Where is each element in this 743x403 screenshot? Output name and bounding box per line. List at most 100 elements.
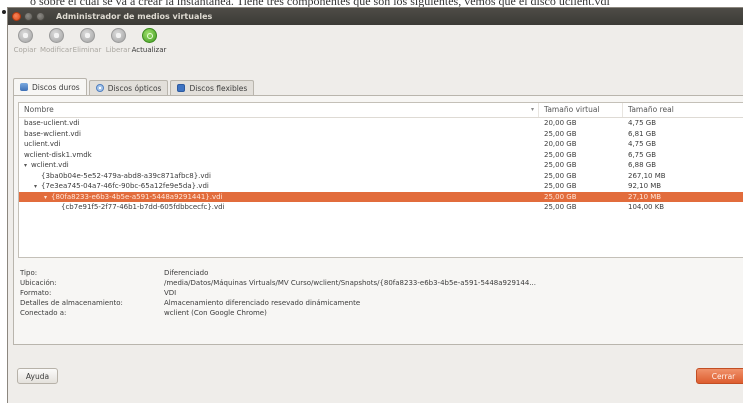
- column-header-name[interactable]: Nombre ▾: [19, 103, 539, 117]
- real-size-cell: 27,10 MB: [628, 192, 662, 201]
- disk-name-cell: base-uclient.vdi: [19, 118, 539, 129]
- real-size-cell: 4,75 GB: [628, 119, 657, 127]
- real-size-cell: 104,00 KB: [628, 203, 665, 211]
- disk-name-cell: ▾ wclient.vdi: [19, 160, 539, 171]
- column-header-real-size[interactable]: Tamaño real: [623, 103, 743, 117]
- media-manager-window: Administrador de medios virtuales Copiar…: [7, 7, 743, 403]
- tab-hard-disks-label: Discos duros: [32, 82, 80, 92]
- tab-hard-disks[interactable]: Discos duros: [13, 78, 87, 95]
- sort-arrow-icon: ▾: [530, 106, 534, 113]
- disk-name: base-uclient.vdi: [24, 119, 80, 127]
- table-row[interactable]: base-uclient.vdi 20,00 GB 4,75 GB: [19, 118, 743, 129]
- real-size-cell: 4,75 GB: [628, 140, 657, 148]
- real-size-cell: 267,10 MB: [628, 171, 666, 180]
- close-button[interactable]: Cerrar: [696, 368, 743, 384]
- tab-optical-disks[interactable]: Discos ópticos: [88, 80, 169, 95]
- virtual-size-cell: 25,00 GB: [544, 203, 577, 211]
- table-row[interactable]: ▾ {7e3ea745-04a7-46fc-90bc-65a12fe9e5da}.…: [19, 181, 743, 192]
- table-row[interactable]: {cb7e91f5-2f77-46b1-b7dd-605fdbbcecfc}.v…: [19, 202, 743, 213]
- virtual-size-cell: 25,00 GB: [544, 171, 577, 180]
- refresh-button[interactable]: Actualizar: [132, 28, 166, 54]
- virtual-size-cell: 25,00 GB: [544, 129, 577, 138]
- remove-label: Eliminar: [72, 46, 102, 54]
- virtual-size-cell: 20,00 GB: [544, 140, 577, 148]
- optical-disk-icon: [95, 84, 104, 92]
- disk-name-cell: ▾ {80fa8233-e6b3-4b5e-a591-5448a9291441}.…: [19, 192, 539, 203]
- table-row[interactable]: ▾ {80fa8233-e6b3-4b5e-a591-5448a9291441}.…: [19, 191, 743, 203]
- tab-floppy-disks[interactable]: Discos flexibles: [170, 80, 255, 95]
- detail-row-storage: Detalles de almacenamiento: Almacenamien…: [20, 298, 740, 308]
- real-size-cell: 92,10 MB: [628, 182, 662, 190]
- detail-label: Tipo:: [20, 269, 38, 277]
- table-row[interactable]: wclient-disk1.vmdk 25,00 GB 6,75 GB: [19, 150, 743, 161]
- title-bar[interactable]: Administrador de medios virtuales: [8, 8, 743, 25]
- detail-value: /media/Datos/Máquinas Virtuals/MV Curso/…: [164, 279, 536, 287]
- detail-value: Diferenciado: [164, 269, 209, 277]
- real-size-cell: 6,75 GB: [628, 150, 657, 159]
- bullet-icon: [2, 10, 6, 14]
- detail-value: Almacenamiento diferenciado resevado din…: [164, 299, 361, 307]
- refresh-icon: [141, 28, 157, 43]
- table-row[interactable]: {3ba0b04e-5e52-479a-abd8-a39c871afbc8}.v…: [19, 171, 743, 182]
- floppy-disk-icon: [177, 84, 186, 92]
- remove-button[interactable]: Eliminar: [72, 28, 102, 54]
- modify-label: Modificar: [39, 46, 73, 54]
- detail-label: Formato:: [20, 289, 52, 297]
- virtual-size-cell: 25,00 GB: [544, 192, 577, 201]
- disk-name-cell: {cb7e91f5-2f77-46b1-b7dd-605fdbbcecfc}.v…: [19, 202, 539, 213]
- hard-disk-icon: [20, 83, 28, 91]
- detail-row-location: Ubicación: /media/Datos/Máquinas Virtual…: [20, 278, 740, 288]
- table-row[interactable]: ▾ wclient.vdi 25,00 GB 6,88 GB: [19, 160, 743, 171]
- hard-disks-panel: Nombre ▾ Tamaño virtual Tamaño real base…: [13, 95, 743, 345]
- tab-optical-disks-label: Discos ópticos: [107, 83, 162, 93]
- virtual-size-cell: 25,00 GB: [544, 182, 577, 190]
- disk-name-cell: uclient.vdi: [19, 139, 539, 150]
- detail-label: Detalles de almacenamiento:: [20, 299, 123, 307]
- virtual-size-cell: 25,00 GB: [544, 150, 577, 159]
- window-maximize-icon[interactable]: [36, 12, 45, 21]
- window-close-icon[interactable]: [12, 12, 21, 21]
- tree-expander-icon[interactable]: ▾: [44, 193, 51, 203]
- window-minimize-icon[interactable]: [24, 12, 33, 21]
- toolbar: Copiar Modificar Eliminar Liberar Actual…: [8, 25, 743, 63]
- disk-name: {cb7e91f5-2f77-46b1-b7dd-605fdbbcecfc}.v…: [61, 203, 225, 211]
- window-title: Administrador de medios virtuales: [56, 12, 213, 21]
- real-size-cell: 6,88 GB: [628, 161, 657, 169]
- real-size-cell: 6,81 GB: [628, 129, 657, 138]
- remove-disk-icon: [79, 28, 95, 43]
- modify-button[interactable]: Modificar: [40, 28, 72, 54]
- refresh-label: Actualizar: [131, 46, 167, 54]
- disk-name: uclient.vdi: [24, 140, 61, 148]
- table-body: base-uclient.vdi 20,00 GB 4,75 GB base-wcli…: [19, 118, 743, 213]
- detail-row-format: Formato: VDI: [20, 288, 740, 298]
- disk-name: base-wclient.vdi: [24, 129, 81, 138]
- detail-value: VDI: [164, 289, 177, 297]
- disk-name: {80fa8233-e6b3-4b5e-a591-5448a9291441}.v…: [51, 192, 223, 201]
- detail-row-attached: Conectado a: wclient (Con Google Chrome): [20, 308, 740, 318]
- disk-name-cell: ▾ {7e3ea745-04a7-46fc-90bc-65a12fe9e5da}.…: [19, 181, 539, 192]
- table-row[interactable]: base-wclient.vdi 25,00 GB 6,81 GB: [19, 129, 743, 140]
- disk-table: Nombre ▾ Tamaño virtual Tamaño real base…: [18, 102, 743, 258]
- tree-expander-icon[interactable]: ▾: [34, 182, 41, 192]
- table-header: Nombre ▾ Tamaño virtual Tamaño real: [19, 103, 743, 118]
- disk-details: Tipo: Diferenciado Ubicación: /media/Dat…: [20, 268, 740, 318]
- copy-button[interactable]: Copiar: [13, 28, 37, 54]
- tree-expander-icon[interactable]: ▾: [24, 161, 31, 171]
- disk-name-cell: {3ba0b04e-5e52-479a-abd8-a39c871afbc8}.v…: [19, 171, 539, 182]
- disk-name-cell: wclient-disk1.vmdk: [19, 150, 539, 161]
- detail-label: Conectado a:: [20, 309, 67, 317]
- disk-name: {3ba0b04e-5e52-479a-abd8-a39c871afbc8}.v…: [41, 171, 211, 180]
- table-row[interactable]: uclient.vdi 20,00 GB 4,75 GB: [19, 139, 743, 150]
- release-button[interactable]: Liberar: [106, 28, 130, 54]
- tab-floppy-disks-label: Discos flexibles: [189, 83, 248, 93]
- modify-disk-icon: [48, 28, 64, 43]
- help-button[interactable]: Ayuda: [17, 368, 58, 384]
- disk-name: {7e3ea745-04a7-46fc-90bc-65a12fe9e5da}.v…: [41, 182, 209, 190]
- virtual-size-cell: 25,00 GB: [544, 161, 577, 169]
- column-header-virtual-size[interactable]: Tamaño virtual: [539, 103, 623, 117]
- column-name-label: Nombre: [24, 105, 54, 114]
- disk-name: wclient.vdi: [31, 161, 69, 169]
- disk-type-tabs: Discos duros Discos ópticos Discos flexi…: [13, 78, 256, 95]
- copy-disk-icon: [17, 28, 33, 43]
- detail-value: wclient (Con Google Chrome): [164, 309, 267, 317]
